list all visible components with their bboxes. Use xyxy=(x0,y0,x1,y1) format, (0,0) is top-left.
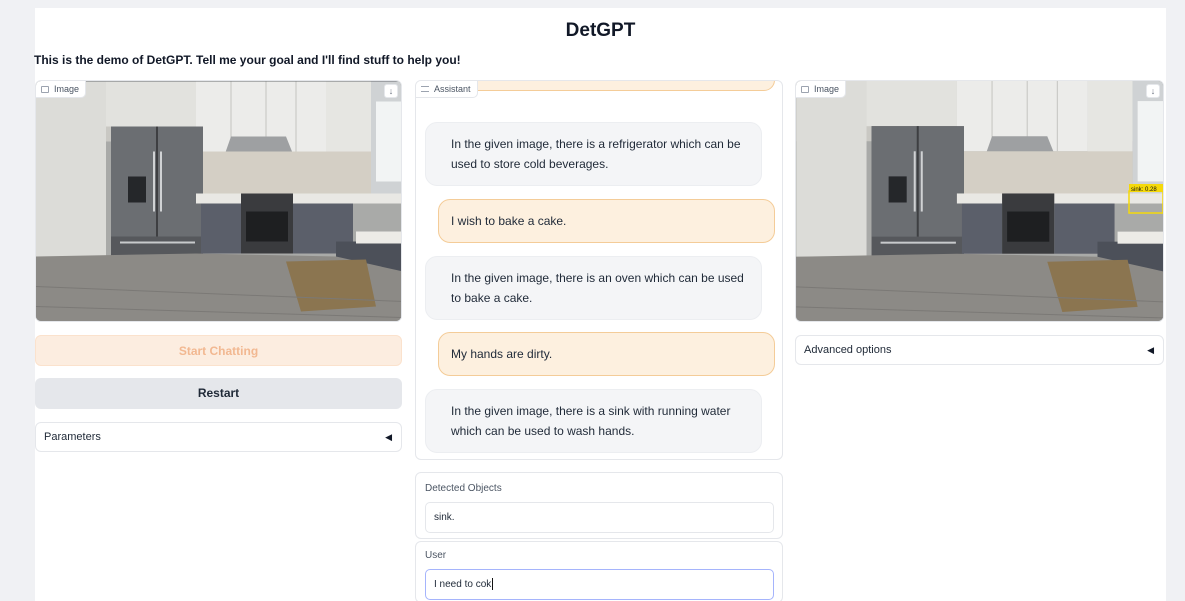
chat-message-text: In the given image, there is a refrigera… xyxy=(451,137,741,171)
advanced-options-label: Advanced options xyxy=(804,344,892,356)
input-image xyxy=(36,81,402,322)
chat-message-user: My hands are dirty. xyxy=(438,332,775,376)
chat-message-assistant: In the given image, there is a refrigera… xyxy=(425,122,762,186)
detected-objects-box: Detected Objects sink. xyxy=(415,472,783,539)
output-image-label-text: Image xyxy=(814,84,840,94)
restart-button[interactable]: Restart xyxy=(35,378,402,409)
app-container: DetGPT This is the demo of DetGPT. Tell … xyxy=(34,8,1166,601)
page-title: DetGPT xyxy=(565,20,636,41)
input-image-panel[interactable]: Image ↓ xyxy=(35,80,402,322)
user-input-label: User xyxy=(425,550,447,561)
detected-objects-field[interactable]: sink. xyxy=(425,502,774,533)
user-input-box: User I need to cok xyxy=(415,541,783,601)
chat-message-text: My hands are dirty. xyxy=(451,347,553,361)
chat-message-previous xyxy=(438,81,775,91)
output-image: sink: 0.28 xyxy=(796,81,1163,322)
parameters-label: Parameters xyxy=(44,431,101,443)
download-icon[interactable]: ↓ xyxy=(1146,84,1160,98)
chatbot-icon xyxy=(421,86,429,92)
output-image-panel[interactable]: Image ↓ sink: 0.28 xyxy=(795,80,1164,322)
collapse-arrow-icon[interactable]: ◀ xyxy=(1147,336,1154,364)
user-input-value: I need to cok xyxy=(434,579,492,590)
page-description: This is the demo of DetGPT. Tell me your… xyxy=(34,53,461,67)
image-icon xyxy=(801,85,809,93)
output-image-label: Image xyxy=(796,81,847,98)
image-icon xyxy=(41,85,49,93)
chat-message-text: In the given image, there is an oven whi… xyxy=(451,271,744,305)
input-image-label-text: Image xyxy=(54,84,80,94)
advanced-options-accordion[interactable]: Advanced options ◀ xyxy=(795,335,1164,365)
chat-message-text: In the given image, there is a sink with… xyxy=(451,404,731,438)
chatbot-label: Assistant xyxy=(416,81,478,98)
detection-tag: sink: 0.28 xyxy=(1131,187,1157,193)
input-image-label: Image xyxy=(36,81,87,98)
chat-message-text: I wish to bake a cake. xyxy=(451,214,567,228)
detected-objects-label: Detected Objects xyxy=(425,483,502,494)
chat-message-user: I wish to bake a cake. xyxy=(438,199,775,243)
chatbot-label-text: Assistant xyxy=(434,84,471,94)
collapse-arrow-icon[interactable]: ◀ xyxy=(385,423,392,451)
chatbot-panel: Assistant In the given image, there is a… xyxy=(415,80,783,460)
chat-message-assistant: In the given image, there is an oven whi… xyxy=(425,256,762,320)
chat-message-assistant: In the given image, there is a sink with… xyxy=(425,389,762,453)
download-icon[interactable]: ↓ xyxy=(384,84,398,98)
start-chatting-button[interactable]: Start Chatting xyxy=(35,335,402,366)
parameters-accordion[interactable]: Parameters ◀ xyxy=(35,422,402,452)
text-caret xyxy=(492,578,494,591)
user-input-field[interactable]: I need to cok xyxy=(425,569,774,600)
